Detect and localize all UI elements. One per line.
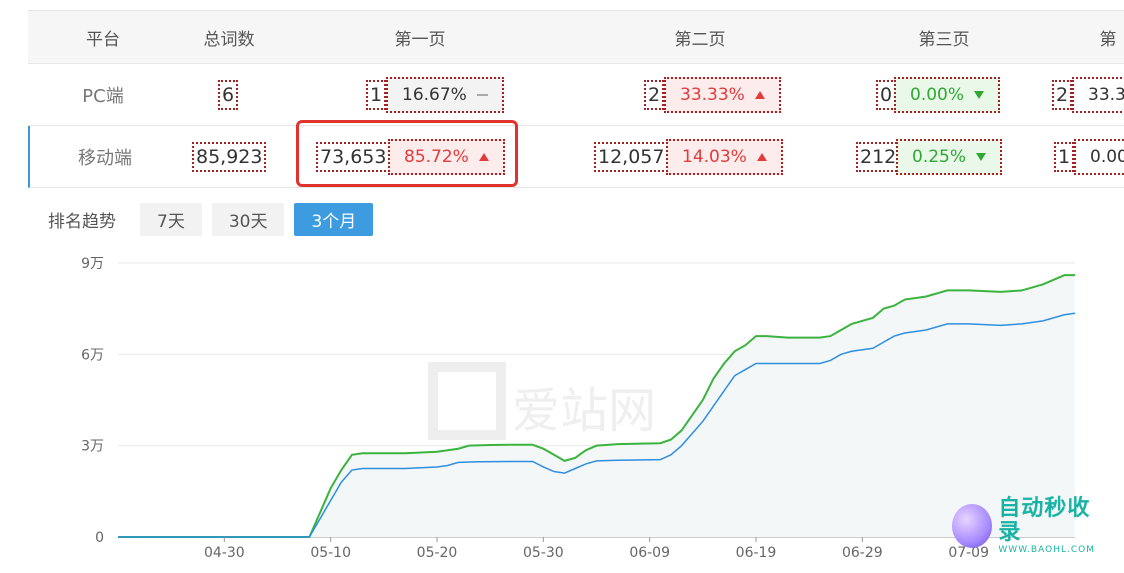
y-tick-label: 9万: [81, 256, 104, 272]
header-page2: 第二页: [674, 29, 726, 50]
table-header-row: 平台 总词数 第一页 第二页 第三页 第: [28, 10, 1124, 64]
ranking-table: 平台 总词数 第一页 第二页 第三页 第 PC端 6 1 16.67% 2 33…: [28, 10, 1124, 188]
page3-percent-value: 0.25%: [912, 146, 967, 167]
page3-percent: 0.25%: [896, 138, 1003, 175]
page4-percent: 0.00: [1074, 138, 1124, 175]
page1-percent-value: 16.67%: [402, 84, 467, 105]
range-7d-button[interactable]: 7天: [140, 203, 202, 236]
page2-count[interactable]: 2: [644, 79, 665, 110]
platform-label: 移动端: [78, 147, 132, 169]
header-page3: 第三页: [918, 29, 970, 50]
page1-count[interactable]: 1: [366, 79, 387, 110]
page3-percent-value: 0.00%: [910, 84, 965, 105]
badge-title: 自动秒收录: [998, 496, 1091, 545]
header-platform: 平台: [86, 29, 120, 50]
down-arrow-icon: [974, 90, 985, 99]
watermark-logo: [428, 362, 506, 440]
page4-percent: 33.3: [1072, 76, 1124, 113]
range-30d-button[interactable]: 30天: [211, 203, 285, 236]
page1-percent: 16.67%: [386, 76, 504, 113]
up-arrow-icon: [756, 152, 767, 161]
page2-count[interactable]: 12,057: [594, 141, 669, 172]
table-row: 移动端 85,923 73,653 85.72% 12,057 14.03% 2…: [28, 126, 1124, 188]
page3-count[interactable]: 212: [856, 141, 901, 172]
badge-logo-icon: [952, 504, 993, 548]
up-arrow-icon: [754, 90, 765, 99]
x-tick-label: 05-10: [310, 545, 351, 561]
flat-dash-icon: [476, 93, 488, 96]
y-tick-label: 3万: [81, 439, 104, 455]
platform-label: PC端: [82, 85, 124, 107]
page2-percent: 14.03%: [666, 138, 783, 175]
page3-percent: 0.00%: [894, 76, 1001, 113]
x-tick-label: 05-20: [417, 545, 458, 561]
total-count[interactable]: 6: [218, 79, 239, 110]
x-tick-label: 05-30: [523, 545, 564, 561]
page2-percent-value: 33.33%: [680, 84, 745, 105]
watermark: 爱站网: [428, 362, 656, 440]
page2-percent-value: 14.03%: [682, 146, 747, 167]
page4-count[interactable]: 2: [1052, 79, 1073, 110]
range-3m-button[interactable]: 3个月: [294, 203, 374, 236]
table-row: PC端 6 1 16.67% 2 33.33% 0 0.00% 2 33.3: [28, 64, 1124, 126]
page2-percent: 33.33%: [664, 76, 781, 113]
site-badge: 自动秒收录 WWW.BAOHL.COM: [952, 497, 1104, 555]
page4-count[interactable]: 1: [1054, 141, 1075, 172]
down-arrow-icon: [976, 152, 987, 161]
header-page4: 第: [1099, 29, 1117, 50]
trend-label: 排名趋势: [48, 212, 116, 232]
x-tick-label: 04-30: [204, 545, 245, 561]
y-tick-label: 6万: [81, 347, 104, 363]
badge-url: WWW.BAOHL.COM: [998, 545, 1095, 555]
total-count[interactable]: 85,923: [192, 141, 267, 172]
watermark-text: 爱站网: [512, 383, 656, 439]
x-tick-label: 06-19: [736, 545, 777, 561]
header-total: 总词数: [203, 29, 255, 50]
trend-controls: 排名趋势 7天 30天 3个月: [48, 203, 374, 236]
y-tick-label: 0: [95, 530, 104, 546]
header-page1: 第一页: [394, 29, 446, 50]
highlight-box: [296, 120, 518, 187]
x-tick-label: 06-09: [629, 545, 670, 561]
x-tick-label: 06-29: [842, 545, 883, 561]
